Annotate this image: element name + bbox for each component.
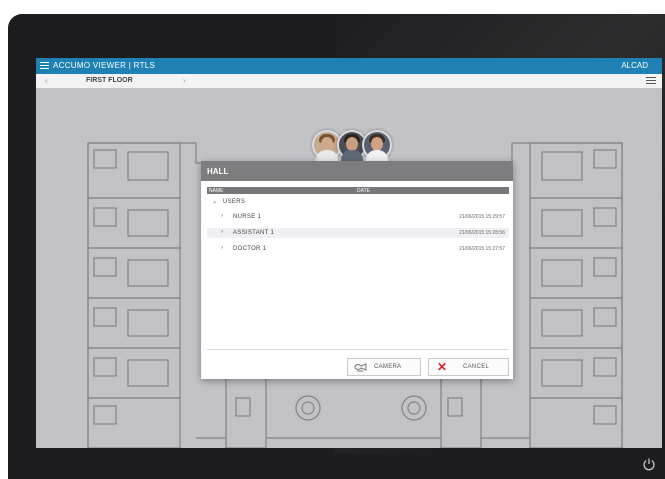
dialog-header: HALL [201, 161, 513, 181]
chevron-right-icon[interactable]: › [221, 229, 223, 235]
close-icon: ✕ [437, 360, 448, 374]
chevron-left-icon[interactable]: ‹ [45, 76, 48, 85]
dialog-title: HALL [207, 167, 229, 176]
chevron-right-icon[interactable]: › [183, 76, 186, 85]
tablet-frame: ACCUMO VIEWER | RTLS ALCAD ‹ FIRST FLOOR… [8, 14, 665, 479]
list-item[interactable]: › ASSISTANT 1 21/06/2015 15:28:56 [207, 228, 509, 238]
dialog-divider [207, 349, 509, 350]
chevron-right-icon[interactable]: › [221, 213, 223, 219]
column-date-header[interactable]: DATE [357, 188, 370, 194]
floor-selector-bar: ‹ FIRST FLOOR › [36, 74, 662, 88]
user-name[interactable]: ALCAD [621, 61, 648, 70]
floor-label: FIRST FLOOR [86, 77, 133, 84]
chevron-down-icon[interactable]: ⌄ [212, 198, 217, 205]
user-avatars [306, 127, 394, 162]
cancel-button[interactable]: ✕ CANCEL [428, 358, 509, 376]
hall-dialog: HALL NAME DATE ⌄ USERS › NURSE 1 21/06/2… [201, 161, 513, 379]
table-header: NAME DATE [207, 187, 509, 194]
user-label: NURSE 1 [233, 213, 262, 220]
menu-icon[interactable] [40, 62, 49, 70]
user-label: DOCTOR 1 [233, 245, 267, 252]
user-date: 21/06/2015 15:29:57 [459, 213, 505, 220]
tree-group-users[interactable]: ⌄ USERS [207, 197, 509, 207]
user-date: 21/06/2015 15:27:57 [459, 245, 505, 252]
settings-icon[interactable] [646, 77, 656, 85]
power-icon[interactable] [642, 457, 656, 471]
user-date: 21/06/2015 15:28:56 [459, 229, 505, 236]
avatar-doctor[interactable] [362, 130, 392, 162]
app-screen: ACCUMO VIEWER | RTLS ALCAD ‹ FIRST FLOOR… [36, 58, 662, 448]
cancel-button-label: CANCEL [463, 364, 490, 370]
app-bar: ACCUMO VIEWER | RTLS ALCAD [36, 58, 662, 74]
user-label: ASSISTANT 1 [233, 229, 275, 236]
chevron-right-icon[interactable]: › [221, 245, 223, 251]
camera-icon [354, 363, 367, 372]
list-item[interactable]: › NURSE 1 21/06/2015 15:29:57 [207, 212, 509, 222]
group-label: USERS [223, 198, 246, 205]
camera-button[interactable]: CAMERA [347, 358, 421, 376]
camera-button-label: CAMERA [374, 364, 402, 370]
app-title: ACCUMO VIEWER | RTLS [53, 61, 156, 70]
column-name-header[interactable]: NAME [209, 188, 223, 194]
list-item[interactable]: › DOCTOR 1 21/06/2015 15:27:57 [207, 244, 509, 254]
